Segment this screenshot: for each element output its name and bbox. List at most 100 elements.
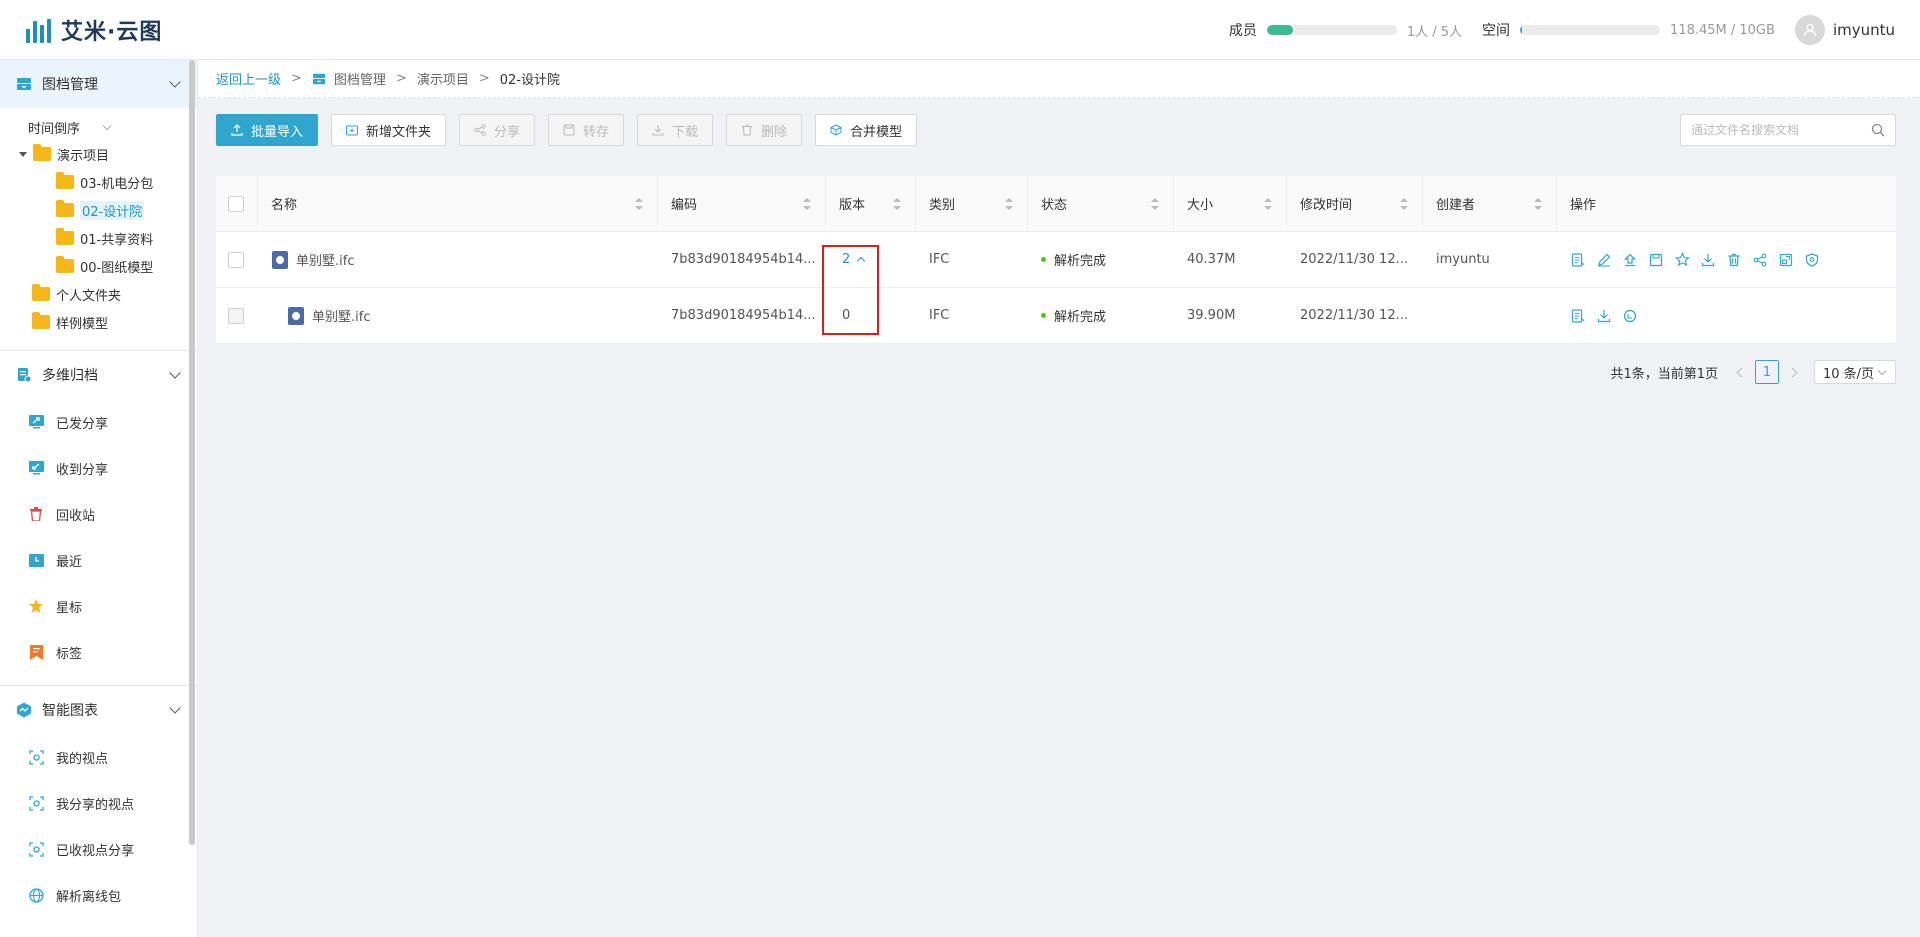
breadcrumb-item[interactable]: 图档管理: [334, 69, 386, 88]
user-avatar[interactable]: [1794, 15, 1825, 45]
tree-node-child[interactable]: 00-图纸模型: [0, 252, 197, 280]
star-icon: [28, 598, 44, 614]
nav-shared-viewpoints[interactable]: 我分享的视点: [0, 780, 197, 826]
sort-icon[interactable]: [635, 198, 643, 210]
column-label: 名称: [271, 198, 298, 213]
sort-icon[interactable]: [1005, 198, 1013, 210]
nav-group-archive[interactable]: 图档管理: [0, 60, 197, 108]
sidebar-scrollbar[interactable]: [189, 60, 195, 845]
archive-icon: [17, 78, 31, 90]
upload-version-icon[interactable]: [1622, 252, 1638, 268]
folder-icon: [56, 172, 74, 189]
tree-node-personal[interactable]: 个人文件夹: [0, 280, 197, 308]
trash-icon[interactable]: [1726, 252, 1742, 268]
search-input[interactable]: [1691, 123, 1871, 137]
delete-button[interactable]: 删除: [726, 114, 803, 146]
table-row[interactable]: 单别墅.ifc 7b83d90184954b14... 2 IFC 解析完成 4…: [216, 232, 1896, 288]
sort-icon[interactable]: [1534, 198, 1542, 210]
share-button[interactable]: 分享: [459, 114, 536, 146]
sort-icon[interactable]: [803, 198, 811, 210]
chevron-right-icon[interactable]: [1787, 367, 1798, 377]
nav-group-archive-label: 图档管理: [42, 77, 98, 93]
edit-icon[interactable]: [1596, 252, 1612, 268]
tree-node-samples[interactable]: 样例模型: [0, 308, 197, 336]
nav-my-viewpoints[interactable]: 我的视点: [0, 734, 197, 780]
row-checkbox[interactable]: [228, 307, 244, 324]
permission-shield-icon[interactable]: [1804, 252, 1820, 268]
file-search-box[interactable]: [1680, 114, 1896, 146]
sort-icon[interactable]: [1400, 198, 1408, 210]
file-name[interactable]: 单别墅.ifc: [296, 250, 354, 269]
page-number-current[interactable]: 1: [1755, 360, 1779, 384]
tree-node-child[interactable]: 03-机电分包: [0, 168, 197, 196]
sort-icon[interactable]: [1264, 198, 1272, 210]
chevron-up-icon[interactable]: [857, 256, 866, 266]
transfer-button[interactable]: 转存: [548, 114, 625, 146]
sort-select[interactable]: 时间倒序: [0, 114, 197, 140]
table-row[interactable]: 单别墅.ifc 7b83d90184954b14... 0 IFC 解析完成 3…: [216, 288, 1896, 344]
sort-icon[interactable]: [893, 198, 901, 210]
column-size[interactable]: 大小: [1174, 176, 1287, 231]
share-icon[interactable]: [1752, 252, 1768, 268]
sidebar: 图档管理 时间倒序 演示项目 03-机电分包 02-设计院 01-共享资料 00…: [0, 60, 198, 937]
select-all-checkbox[interactable]: [228, 195, 244, 212]
download-icon[interactable]: [1700, 252, 1716, 268]
nav-tags[interactable]: 标签: [0, 629, 197, 675]
app-logo[interactable]: 艾米·云图: [26, 14, 162, 46]
merge-model-button[interactable]: 合并模型: [815, 114, 918, 146]
file-name[interactable]: 单别墅.ifc: [312, 306, 370, 325]
breadcrumb-current: 02-设计院: [499, 73, 560, 88]
multi-archive-icon: [18, 368, 32, 383]
download-button[interactable]: 下载: [637, 114, 714, 146]
nav-group-multi[interactable]: 多维归档: [0, 351, 197, 399]
tree-node-root[interactable]: 演示项目: [0, 140, 197, 168]
column-label: 类别: [929, 198, 956, 213]
nav-received-viewpoints[interactable]: 已收视点分享: [0, 826, 197, 872]
nav-received-shares[interactable]: 收到分享: [0, 445, 197, 491]
tree-node-child-selected[interactable]: 02-设计院: [0, 196, 197, 224]
new-folder-button[interactable]: 新增文件夹: [331, 114, 447, 146]
restore-version-icon[interactable]: [1622, 308, 1638, 324]
save-as-icon[interactable]: [1648, 252, 1664, 268]
column-version[interactable]: 版本: [826, 176, 916, 231]
chevron-left-icon[interactable]: [1736, 367, 1747, 377]
column-code[interactable]: 编码: [658, 176, 826, 231]
nav-sent-shares[interactable]: 已发分享: [0, 399, 197, 445]
column-name[interactable]: 名称: [258, 176, 658, 231]
search-icon[interactable]: [1871, 123, 1885, 137]
username[interactable]: imyuntu: [1833, 21, 1895, 39]
chevron-down-icon: [169, 367, 181, 379]
time-cell: 2022/11/30 12...: [1287, 288, 1423, 343]
column-label: 操作: [1570, 198, 1597, 213]
star-icon[interactable]: [1674, 252, 1690, 268]
nav-recent[interactable]: 最近: [0, 537, 197, 583]
creator-name: imyuntu: [1436, 252, 1490, 267]
details-icon[interactable]: [1570, 252, 1586, 268]
details-icon[interactable]: [1570, 308, 1586, 324]
nav-starred[interactable]: 星标: [0, 583, 197, 629]
version-cell[interactable]: 2: [826, 232, 916, 287]
sort-icon[interactable]: [1151, 198, 1159, 210]
nav-group-charts[interactable]: 智能图表: [0, 686, 197, 734]
breadcrumb-item[interactable]: 演示项目: [417, 69, 469, 88]
breadcrumb-back-link[interactable]: 返回上一级: [216, 69, 281, 88]
download-icon[interactable]: [1596, 308, 1612, 324]
version-link[interactable]: 2: [842, 252, 850, 267]
nav-recycle-bin[interactable]: 回收站: [0, 491, 197, 537]
folder-icon: [56, 256, 74, 273]
tree-node-child[interactable]: 01-共享资料: [0, 224, 197, 252]
column-time[interactable]: 修改时间: [1287, 176, 1423, 231]
column-type[interactable]: 类别: [916, 176, 1028, 231]
status-dot: [1041, 257, 1046, 262]
column-creator[interactable]: 创建者: [1423, 176, 1557, 231]
preview-model-icon[interactable]: [1778, 252, 1794, 268]
share-sent-icon: [28, 414, 44, 430]
creator-cell: [1423, 288, 1557, 343]
code-cell: 7b83d90184954b14...: [658, 232, 826, 287]
column-status[interactable]: 状态: [1028, 176, 1174, 231]
row-checkbox[interactable]: [228, 251, 244, 268]
nav-offline-packages[interactable]: 解析离线包: [0, 872, 197, 918]
batch-import-button[interactable]: 批量导入: [216, 114, 319, 146]
column-label: 修改时间: [1300, 198, 1353, 213]
page-size-select[interactable]: 10 条/页: [1814, 360, 1896, 384]
